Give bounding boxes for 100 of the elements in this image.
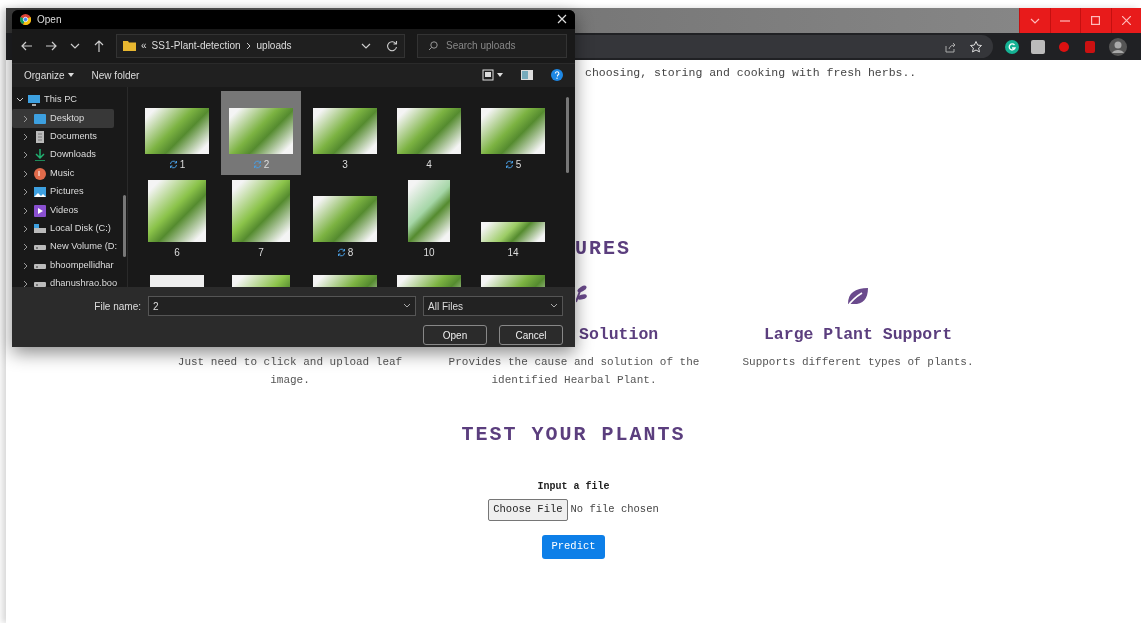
predict-button[interactable]: Predict xyxy=(542,535,605,559)
photo-placeholder xyxy=(397,108,461,154)
feature-description: Provides the cause and solution of the identified Hearbal Plant. xyxy=(447,355,701,389)
scrollbar[interactable] xyxy=(123,195,126,257)
refresh-icon[interactable] xyxy=(386,39,398,52)
chevron-down-icon[interactable] xyxy=(361,41,371,50)
folder-icon xyxy=(123,40,136,52)
tree-item[interactable]: dhanushrao.boo xyxy=(12,274,127,287)
file-name: 6 xyxy=(174,246,180,260)
chevron-down-icon xyxy=(550,303,558,309)
new-folder-button[interactable]: New folder xyxy=(91,67,140,83)
close-icon xyxy=(557,14,567,25)
download-icon xyxy=(33,149,47,162)
open-button[interactable]: Open xyxy=(423,325,487,345)
photo-placeholder xyxy=(313,108,377,154)
maximize-icon xyxy=(1091,16,1101,25)
file-item[interactable]: 2 xyxy=(221,91,301,175)
file-name: 14 xyxy=(507,246,519,260)
video-icon xyxy=(33,204,47,217)
document-icon xyxy=(33,130,47,143)
tree-item[interactable]: Music xyxy=(12,164,127,183)
avatar-icon[interactable] xyxy=(1109,37,1127,56)
feature-title: Solution xyxy=(579,323,659,346)
file-item[interactable]: 10 xyxy=(389,179,469,263)
file-item[interactable]: 8 xyxy=(305,179,385,263)
plant-icon xyxy=(576,285,588,304)
file-name: 10 xyxy=(423,246,435,260)
tree-item[interactable]: Desktop xyxy=(12,109,114,128)
computer-icon xyxy=(27,94,41,107)
file-item[interactable]: 1 xyxy=(137,91,217,175)
path-segment[interactable]: SS1-Plant-detection xyxy=(151,38,241,54)
view-button[interactable] xyxy=(482,69,503,82)
help-button[interactable] xyxy=(551,69,563,82)
section-heading: URES xyxy=(575,239,632,260)
file-name: 1 xyxy=(179,158,186,172)
feature-description: Supports different types of plants. xyxy=(741,355,975,371)
organize-button[interactable]: Organize xyxy=(24,67,74,83)
choose-file-button[interactable]: Choose File xyxy=(488,499,568,521)
file-name: 3 xyxy=(342,158,348,172)
caret-icon xyxy=(67,73,74,78)
minimize-icon xyxy=(1060,19,1071,22)
file-name: 2 xyxy=(263,158,270,172)
tree-item[interactable]: bhoompellidhar xyxy=(12,256,127,275)
music-icon xyxy=(33,167,47,180)
file-item[interactable]: 5 xyxy=(473,91,553,175)
help-icon xyxy=(551,69,563,82)
photo-placeholder xyxy=(148,180,206,242)
chevron-right-icon xyxy=(245,41,252,50)
file-type-dropdown[interactable]: All Files xyxy=(423,296,563,316)
extension-icon[interactable] xyxy=(1031,39,1045,54)
feature-description: Just need to click and upload leaf image. xyxy=(176,355,404,389)
tree-item[interactable]: Downloads xyxy=(12,146,127,165)
photo-placeholder xyxy=(481,222,545,242)
tree-item[interactable]: Pictures xyxy=(12,182,127,202)
file-item[interactable]: 7 xyxy=(221,179,301,263)
view-icon xyxy=(482,69,494,82)
input-label: Input a file xyxy=(536,480,611,495)
star-icon[interactable] xyxy=(969,39,983,54)
caret-icon xyxy=(497,73,503,78)
maximize-button[interactable] xyxy=(1080,8,1111,33)
dialog-title: Open xyxy=(37,12,63,27)
file-item[interactable]: 6 xyxy=(137,179,217,263)
disk-icon xyxy=(33,222,47,235)
file-name: 4 xyxy=(426,158,432,172)
monitor-icon xyxy=(33,112,47,125)
search-icon xyxy=(428,40,438,51)
extension-icon[interactable] xyxy=(1005,39,1019,54)
scrollbar[interactable] xyxy=(566,97,569,173)
tree-item[interactable]: New Volume (D: xyxy=(12,238,127,257)
intro-text: choosing, storing and cooking with fresh herbs.. xyxy=(585,65,917,81)
close-icon xyxy=(1121,16,1131,25)
cancel-button[interactable]: Cancel xyxy=(499,325,563,345)
file-item[interactable]: 14 xyxy=(473,179,553,263)
preview-pane-button[interactable] xyxy=(521,70,533,81)
photo-placeholder xyxy=(229,108,293,154)
tree-item[interactable]: This PC xyxy=(12,91,127,110)
tree-item[interactable]: Documents xyxy=(12,127,127,147)
photo-placeholder xyxy=(481,108,545,154)
picture-icon xyxy=(33,186,47,199)
path-overflow: « xyxy=(141,39,147,54)
feature-title: Large Plant Support xyxy=(763,323,953,346)
file-name-field[interactable]: 2 xyxy=(148,296,416,316)
search-field[interactable]: Search uploads xyxy=(417,33,567,58)
photo-placeholder xyxy=(145,108,209,154)
photo-placeholder xyxy=(408,180,450,242)
path-segment[interactable]: uploads xyxy=(256,38,292,54)
tree-item[interactable]: Videos xyxy=(12,201,127,220)
file-name: 7 xyxy=(258,246,264,260)
file-name-label: File name: xyxy=(94,299,141,314)
chevron-down-icon xyxy=(1029,17,1040,24)
file-status: No file chosen xyxy=(570,502,659,518)
file-item[interactable]: 3 xyxy=(305,91,385,175)
chevron-right-icon xyxy=(22,280,30,287)
up-button[interactable] xyxy=(92,38,106,53)
tree-item[interactable]: Local Disk (C:) xyxy=(12,219,127,239)
file-item[interactable]: 4 xyxy=(389,91,469,175)
preview-pane-icon xyxy=(521,70,533,81)
photo-placeholder xyxy=(313,196,377,242)
path-bar[interactable]: « SS1-Plant-detection uploads xyxy=(116,33,405,58)
photo-placeholder xyxy=(232,180,290,242)
